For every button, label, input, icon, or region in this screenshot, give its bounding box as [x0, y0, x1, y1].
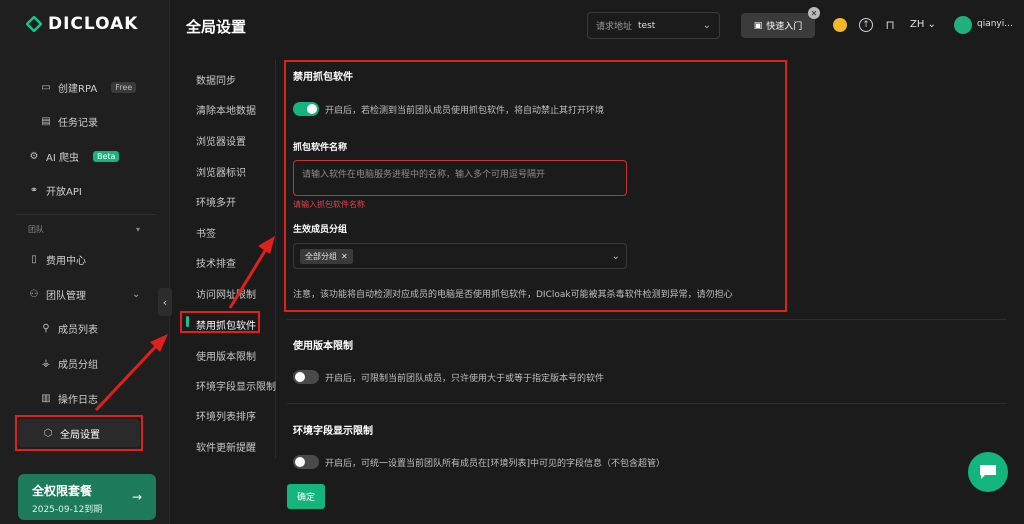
store-icon: ▭: [41, 82, 51, 93]
chevron-down-icon: ⌄: [927, 19, 936, 30]
quick-start-button[interactable]: ▣ 快速入门: [741, 13, 815, 38]
capture-name-label: 抓包软件名称: [293, 143, 348, 153]
sidebar-item-member-groups[interactable]: ⚶ 成员分组: [40, 356, 98, 371]
users-icon: ⚇: [29, 289, 39, 300]
receipt-icon: ▯: [31, 254, 37, 265]
version-section-title: 使用版本限制: [293, 341, 353, 352]
version-toggle[interactable]: [293, 370, 319, 384]
collapse-sidebar-button[interactable]: ‹: [158, 288, 172, 316]
chevron-down-icon: ⌄: [132, 289, 141, 300]
settings-sub-nav: 数据同步 清除本地数据 浏览器设置 浏览器标识 环境多开 书签 技术排查 访问网…: [186, 60, 276, 458]
capture-toggle-desc: 开启后，若检测到当前团队成员使用抓包软件，将自动禁止其打开环境: [325, 106, 605, 116]
link-icon: ⚭: [29, 185, 39, 196]
tag-close-icon[interactable]: ✕: [341, 252, 348, 261]
request-address-select[interactable]: 请求地址 test ⌄: [587, 12, 720, 39]
sidebar-item-billing[interactable]: ▯ 费用中心: [28, 252, 86, 267]
capture-toggle[interactable]: [293, 102, 319, 116]
sidebar-item-open-api[interactable]: ⚭ 开放API: [28, 183, 82, 198]
document-icon: ▤: [41, 116, 51, 127]
version-toggle-desc: 开启后，可限制当前团队成员，只许使用大于或等于指定版本号的软件: [325, 374, 605, 384]
username[interactable]: qianyi...: [977, 19, 1013, 29]
field-section-title: 环境字段显示限制: [293, 426, 373, 437]
sidebar-divider: [16, 214, 156, 215]
sub-nav-bookmarks[interactable]: 书签: [196, 225, 216, 240]
capture-notice: 注意，该功能将自动检测对应成员的电脑是否使用抓包软件，DICloak可能被其杀毒…: [293, 290, 733, 300]
sub-nav-multi-env[interactable]: 环境多开: [196, 194, 236, 209]
plan-promo-card[interactable]: 全权限套餐 2025-09-12到期 →: [18, 474, 156, 520]
sidebar: DICLOAK ▭ 创建RPA Free ▤ 任务记录 ⚙ AI 爬虫 Beta…: [0, 0, 170, 524]
sub-nav-update-reminder[interactable]: 软件更新提醒: [196, 439, 256, 454]
sidebar-item-operation-log[interactable]: ▥ 操作日志: [40, 391, 98, 406]
log-icon: ▥: [41, 393, 51, 404]
sub-nav-url-restriction[interactable]: 访问网址限制: [196, 286, 256, 301]
chevron-down-icon: ⌄: [702, 20, 711, 31]
sidebar-item-team-management[interactable]: ⚇ 团队管理 ⌄: [28, 287, 141, 302]
beta-badge: Beta: [92, 151, 120, 162]
toggle-knob: [307, 104, 317, 114]
user-icon: ⚲: [42, 323, 50, 334]
section-divider: [287, 319, 1007, 320]
book-open-icon[interactable]: ⊓: [883, 18, 897, 32]
capture-section-title: 禁用抓包软件: [293, 72, 353, 83]
logo[interactable]: DICLOAK: [26, 14, 138, 34]
free-badge: Free: [111, 82, 137, 93]
close-icon[interactable]: ✕: [808, 7, 820, 19]
language-select[interactable]: ZH ⌄: [910, 19, 936, 30]
sub-nav-browser-id[interactable]: 浏览器标识: [196, 164, 246, 179]
capture-name-input[interactable]: 请输入软件在电脑服务进程中的名称，输入多个可用逗号隔开: [293, 160, 627, 196]
field-toggle-desc: 开启后，可统一设置当前团队所有成员在[环境列表]中可见的字段信息（不包含超管）: [325, 459, 666, 469]
highlight-box-sidebar: [15, 415, 143, 451]
sidebar-group-team[interactable]: 团队 ▾: [28, 224, 140, 235]
confirm-button[interactable]: 确定: [287, 484, 325, 509]
gear-icon: ⚙: [29, 151, 39, 162]
sub-nav-troubleshoot[interactable]: 技术排查: [196, 255, 236, 270]
sidebar-item-task-log[interactable]: ▤ 任务记录: [40, 114, 98, 129]
logo-icon: [26, 16, 42, 32]
group-tag: 全部分组 ✕: [300, 248, 353, 264]
chevron-down-icon: ▾: [136, 225, 141, 234]
sub-nav-browser-settings[interactable]: 浏览器设置: [196, 133, 246, 148]
page-title: 全局设置: [186, 18, 247, 36]
chat-support-button[interactable]: [968, 452, 1008, 492]
group-label: 生效成员分组: [293, 225, 348, 235]
sidebar-item-create-rpa[interactable]: ▭ 创建RPA Free: [40, 80, 137, 95]
section-divider: [287, 403, 1007, 404]
member-group-select[interactable]: 全部分组 ✕ ⌄: [293, 243, 627, 269]
chat-icon: [980, 465, 996, 479]
logo-text: DICLOAK: [48, 14, 139, 34]
chevron-down-icon: ⌄: [611, 250, 620, 262]
toggle-knob: [295, 372, 305, 382]
sub-nav-version-limit[interactable]: 使用版本限制: [196, 348, 256, 363]
sidebar-item-member-list[interactable]: ⚲ 成员列表: [40, 321, 98, 336]
sub-nav-clear-local-data[interactable]: 清除本地数据: [196, 102, 256, 117]
upload-icon[interactable]: ↑: [859, 18, 873, 32]
plan-expiry: 2025-09-12到期: [32, 505, 103, 515]
toggle-knob: [295, 457, 305, 467]
plan-title: 全权限套餐: [32, 484, 93, 498]
arrow-right-icon: →: [131, 490, 142, 504]
highlight-box-sub-nav: [180, 311, 260, 333]
chevron-left-icon: ‹: [162, 295, 168, 309]
coin-icon[interactable]: [833, 18, 847, 32]
sub-nav-env-sort[interactable]: 环境列表排序: [196, 408, 256, 423]
sub-nav-data-sync[interactable]: 数据同步: [196, 72, 236, 87]
sub-nav-field-display[interactable]: 环境字段显示限制: [196, 378, 276, 393]
group-icon: ⚶: [41, 358, 51, 369]
address-label: 请求地址: [596, 22, 633, 32]
address-value: test: [638, 20, 656, 31]
avatar[interactable]: [954, 16, 972, 34]
sidebar-item-ai-crawler[interactable]: ⚙ AI 爬虫 Beta: [28, 149, 120, 164]
book-icon: ▣: [753, 20, 763, 31]
field-toggle[interactable]: [293, 455, 319, 469]
capture-name-error: 请输入抓包软件名称: [293, 200, 365, 209]
